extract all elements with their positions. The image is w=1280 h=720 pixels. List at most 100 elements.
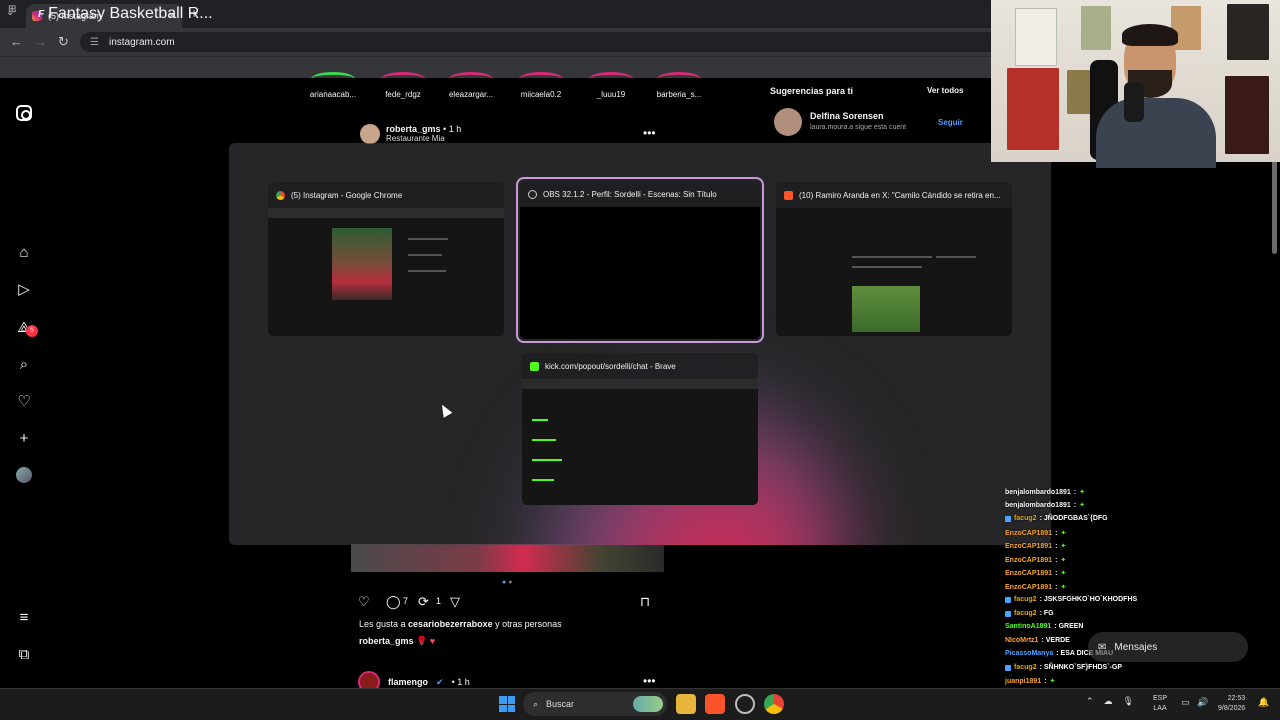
- story-ring: [381, 72, 425, 86]
- instagram-logo-icon[interactable]: [16, 105, 32, 121]
- chat-user: EnzoCAP1891: [1005, 542, 1053, 550]
- emote-icon: ✦: [1060, 570, 1067, 577]
- chat-user: facug2: [1014, 515, 1037, 522]
- share-icon[interactable]: ▽: [450, 594, 460, 610]
- menu-icon[interactable]: ≡: [14, 607, 34, 627]
- comment-icon[interactable]: ◯: [386, 594, 401, 610]
- brave-icon[interactable]: [705, 694, 725, 714]
- see-all-link[interactable]: Ver todos: [927, 86, 963, 95]
- notifications-icon[interactable]: 🔔: [1258, 697, 1269, 708]
- post-author[interactable]: flamengo: [388, 677, 428, 687]
- home-icon[interactable]: ⌂: [14, 242, 34, 262]
- poster: [1227, 4, 1269, 60]
- onedrive-icon[interactable]: ☁: [1104, 696, 1113, 707]
- story-item[interactable]: fede_rdgz: [368, 72, 438, 99]
- story-item[interactable]: barberia_s...: [644, 72, 714, 99]
- start-button[interactable]: [499, 696, 515, 712]
- caption-user[interactable]: roberta_gms: [359, 636, 414, 646]
- repost-icon[interactable]: ⟳: [418, 594, 429, 610]
- story-item[interactable]: arianaacab...: [298, 72, 368, 99]
- lang-code: ESP: [1153, 695, 1168, 702]
- story-item[interactable]: eleazargar...: [436, 72, 506, 99]
- window-preview: [268, 208, 504, 336]
- chat-text: : JSKSFGHKO`HO`KHODFHS: [1039, 596, 1138, 603]
- search-highlight-icon: [633, 696, 663, 712]
- back-icon[interactable]: ←: [10, 34, 23, 49]
- apps-grid-icon[interactable]: ⊞: [8, 4, 16, 15]
- file-explorer-icon[interactable]: [676, 694, 696, 714]
- story-ring: [589, 72, 633, 86]
- post-options-icon[interactable]: •••: [643, 674, 656, 688]
- search-icon: ⌕: [533, 698, 539, 709]
- windows-logo-icon: [499, 696, 507, 704]
- post-options-icon[interactable]: •••: [643, 126, 656, 140]
- chat-message: facug2: FG: [1005, 610, 1054, 617]
- profile-avatar[interactable]: [16, 467, 32, 483]
- likes-text: Les gusta a cesariobezerraboxe y otras p…: [359, 619, 562, 629]
- follow-button[interactable]: Seguir: [938, 118, 963, 127]
- search-icon[interactable]: ⌕: [14, 354, 34, 374]
- chevron-up-icon[interactable]: ⌃: [1086, 696, 1094, 707]
- bookmark-fantasy[interactable]: F Fantasy Basketball R...: [38, 5, 213, 23]
- chat-text: :: [1055, 529, 1058, 537]
- clock[interactable]: 22:53 9/8/2026: [1218, 694, 1245, 714]
- post-time: • 1 h: [451, 677, 470, 687]
- windows-logo-icon: [499, 704, 507, 712]
- suggestion-name[interactable]: Delfina Sorensen: [810, 111, 884, 121]
- emote-icon: ✦: [1079, 489, 1085, 496]
- create-icon[interactable]: +: [14, 428, 34, 448]
- story-item[interactable]: miicaela0.2: [506, 72, 576, 99]
- post-author[interactable]: roberta_gms: [386, 124, 441, 134]
- microphone-icon[interactable]: 🎙: [1123, 696, 1134, 707]
- reels-icon[interactable]: ▷: [14, 279, 34, 299]
- switcher-window-brave-x[interactable]: (10) Ramiro Aranda en X: "Camilo Cándido…: [776, 182, 1012, 336]
- story-ring: [311, 72, 355, 86]
- chat-message: SantinoA1891: GREEN: [1005, 623, 1083, 630]
- save-icon[interactable]: ⊓: [640, 594, 650, 610]
- threads-icon[interactable]: ⧉: [14, 644, 34, 664]
- volume-icon[interactable]: 🔊: [1197, 697, 1208, 708]
- chat-text: : GREEN: [1054, 623, 1084, 630]
- address-bar[interactable]: ☰ instagram.com: [80, 32, 1000, 52]
- switcher-window-kick-chat[interactable]: kick.com/popout/sordelli/chat - Brave: [522, 353, 758, 505]
- window-title: kick.com/popout/sordelli/chat - Brave: [545, 361, 676, 371]
- window-title: OBS 32.1.2 - Perfil: Sordelli - Escenas:…: [543, 189, 717, 199]
- post-author-avatar[interactable]: [360, 124, 380, 144]
- chat-message: facug2: SÑHNKO`SF}FHDS`-GP: [1005, 664, 1122, 671]
- streamer-hair: [1122, 24, 1178, 46]
- messages-button[interactable]: ✉ Mensajes: [1088, 632, 1248, 662]
- chat-message: benjalombardo1891: ✦: [1005, 501, 1085, 510]
- taskbar-search[interactable]: ⌕ Buscar: [523, 692, 667, 716]
- switcher-window-chrome[interactable]: (5) Instagram - Google Chrome: [268, 182, 504, 336]
- like-icon[interactable]: ♡: [358, 594, 370, 610]
- post-image[interactable]: [351, 544, 664, 572]
- chrome-icon[interactable]: [764, 694, 784, 714]
- chat-message: facug2: JÑODFGBAS`{DFG: [1005, 515, 1108, 522]
- chat-message: EnzoCAP1891: ✦: [1005, 542, 1066, 551]
- input-language[interactable]: ESP LAA: [1153, 694, 1167, 714]
- forward-icon[interactable]: →: [34, 34, 47, 49]
- reload-icon[interactable]: ↻: [58, 34, 69, 50]
- suggestion-avatar[interactable]: [774, 108, 802, 136]
- likes-user[interactable]: cesariobezerraboxe: [408, 619, 493, 629]
- switcher-window-obs[interactable]: OBS 32.1.2 - Perfil: Sordelli - Escenas:…: [516, 177, 764, 343]
- window-preview: [522, 379, 758, 505]
- heart-icon[interactable]: ♡: [14, 391, 34, 411]
- chat-user: PicassoManya: [1005, 650, 1054, 657]
- emote-icon: ✦: [1049, 678, 1056, 685]
- network-icon[interactable]: ▭: [1181, 697, 1190, 708]
- story-ring: [449, 72, 493, 86]
- window-header: (10) Ramiro Aranda en X: "Camilo Cándido…: [776, 182, 1012, 208]
- story-item[interactable]: _luuu19: [576, 72, 646, 99]
- obs-icon: [528, 189, 537, 199]
- window-title: (10) Ramiro Aranda en X: "Camilo Cándido…: [799, 190, 1001, 200]
- site-info-icon[interactable]: ☰: [90, 37, 99, 48]
- post-caption: roberta_gms 🌹 ♥: [359, 636, 435, 647]
- url-text: instagram.com: [108, 36, 175, 48]
- obs-icon[interactable]: [735, 694, 755, 714]
- comment-count: 7: [403, 596, 409, 606]
- post-location[interactable]: Restaurante Mia: [386, 134, 461, 143]
- caption-emoji: 🌹 ♥: [416, 636, 436, 646]
- suggestion-subtext: laura.moura.a sigue esta cuent: [810, 124, 907, 131]
- preview-line: [532, 459, 562, 461]
